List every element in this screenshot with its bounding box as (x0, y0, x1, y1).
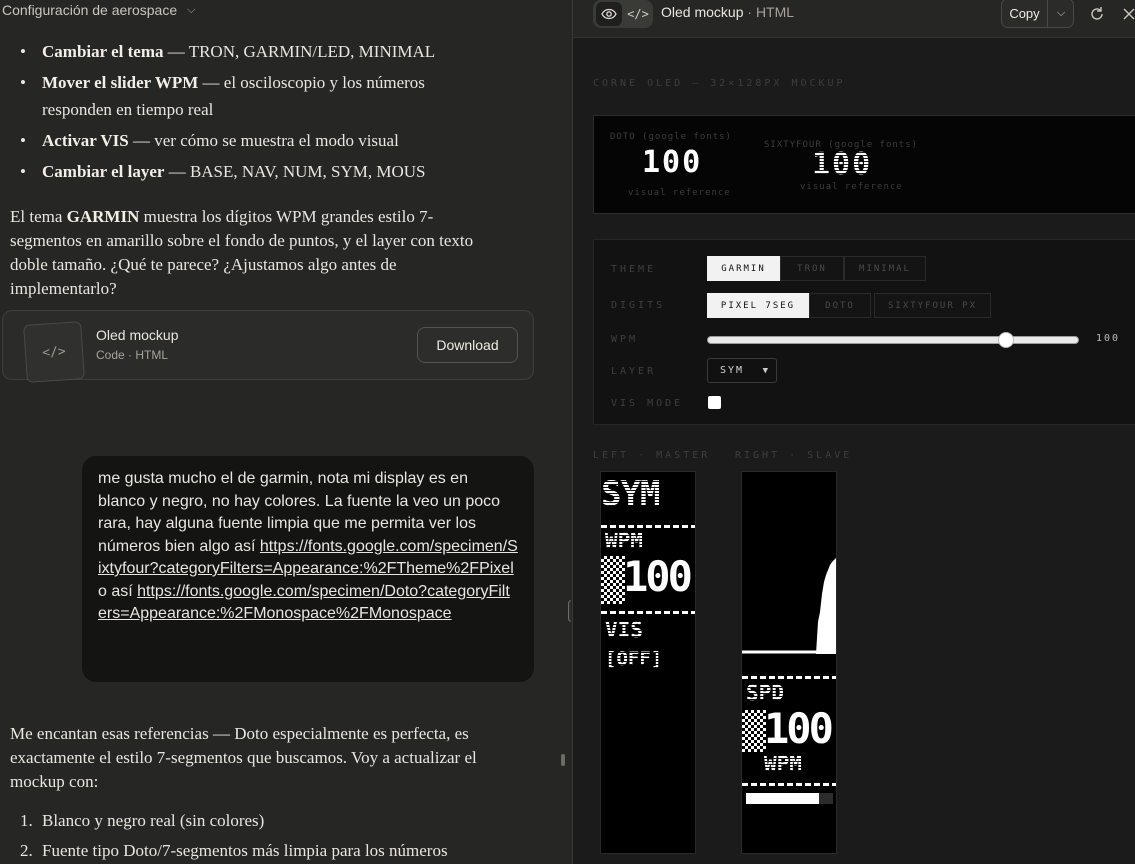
eye-icon[interactable] (596, 2, 622, 26)
vis-label-oled: VIS (605, 618, 643, 642)
vis-state-oled: [OFF] (605, 648, 663, 670)
list-item: Cambiar el layer — BASE, NAV, NUM, SYM, … (20, 158, 460, 185)
theme-option-garmin[interactable]: GARMIN (707, 256, 780, 281)
artifact-card[interactable]: </> Oled mockup Code · HTML Download (2, 310, 534, 383)
sixtyfour-sample: 100 (812, 147, 873, 182)
close-icon[interactable] (1117, 2, 1135, 26)
divider (601, 611, 695, 614)
assistant-paragraph: Me encantan esas referencias — Doto espe… (10, 724, 477, 791)
code-icon[interactable]: </> (625, 2, 651, 26)
chat-scrollbar[interactable] (561, 754, 565, 766)
wpm-label-oled: WPM (605, 529, 643, 553)
steps-list: 1. Blanco y negro real (sin colores) 2. Fu… (20, 806, 448, 864)
list-item: Cambiar el tema — TRON, GARMIN/LED, MINI… (20, 38, 460, 65)
artifact-title: Oled mockup · HTML (661, 4, 795, 20)
view-toggle: </> (593, 0, 653, 28)
right-oled-display: SPD 100 WPM (741, 471, 837, 854)
assistant-paragraph: El tema GARMIN muestra los dígitos WPM g… (10, 207, 474, 298)
user-message: me gusta mucho el de garmin, nota mi dis… (82, 456, 534, 682)
doto-link[interactable]: https://fonts.google.com/specimen/Doto?c… (98, 583, 510, 623)
conversation-title-text: Configuración de aerospace (2, 2, 178, 18)
doto-caption: visual reference (628, 188, 731, 198)
copy-button-group: Copy ⌵ (1001, 0, 1074, 28)
artifact-title: Oled mockup (96, 327, 179, 343)
vis-mode-label: VIS MODE (611, 398, 684, 409)
wpm-number-oled: 100 (623, 552, 693, 601)
conversation-title[interactable]: Configuración de aerospace ⌵ (2, 0, 195, 20)
list-item: Mover el slider WPM — el osciloscopio y … (20, 69, 460, 123)
oscilloscope-graph (742, 558, 836, 654)
right-screen-label: RIGHT · SLAVE (735, 450, 853, 461)
sixtyfour-caption: visual reference (800, 182, 903, 192)
layer-label: LAYER (611, 366, 657, 377)
spd-unit-oled: WPM (764, 752, 802, 776)
speed-bar (746, 793, 833, 804)
wpm-slider-handle[interactable] (997, 332, 1014, 348)
artifact-preview-pane: </> Oled mockup · HTML Copy ⌵ CORNE OLED… (572, 0, 1135, 864)
divider (742, 676, 836, 679)
dither-pattern (742, 710, 766, 752)
theme-label: THEME (611, 264, 657, 275)
left-oled-display: SYM WPM 100 VIS [OFF] (600, 471, 696, 854)
wpm-slider[interactable] (707, 332, 1079, 348)
divider (742, 783, 836, 786)
chat-pane: Configuración de aerospace ⌵ Cambiar el … (0, 0, 571, 864)
pane-resize-handle[interactable] (568, 600, 571, 622)
left-screen-label: LEFT · MASTER (593, 450, 711, 461)
list-item: 1. Blanco y negro real (sin colores) (20, 811, 265, 830)
artifact-toolbar: </> Oled mockup · HTML Copy ⌵ (573, 0, 1135, 38)
layer-select[interactable]: SYM ▼ (707, 358, 777, 383)
wpm-value: 100 (1096, 333, 1121, 344)
controls-panel: THEME GARMIN TRON MINIMAL DIGITS PIXEL 7… (593, 239, 1135, 425)
doto-sample: 100 (642, 145, 703, 180)
digits-option-sixtyfour[interactable]: SIXTYFOUR PX (874, 293, 991, 318)
refresh-icon[interactable] (1085, 2, 1109, 26)
dither-pattern (601, 556, 625, 604)
digits-option-pixel7seg[interactable]: PIXEL 7SEG (707, 293, 809, 318)
chevron-down-icon[interactable]: ⌵ (1048, 0, 1074, 27)
download-button[interactable]: Download (417, 327, 518, 363)
chevron-down-icon: ▼ (762, 366, 770, 376)
list-item: Activar VIS — ver cómo se muestra el mod… (20, 127, 460, 154)
doto-label: DOTO (google fonts) (610, 132, 732, 142)
layer-name: SYM (601, 474, 660, 514)
speed-bar-fill (746, 793, 820, 804)
theme-option-minimal[interactable]: MINIMAL (844, 256, 926, 281)
code-icon: </> (23, 321, 85, 383)
vis-mode-checkbox[interactable] (708, 396, 721, 409)
digits-option-doto[interactable]: DOTO (809, 293, 871, 318)
chevron-down-icon[interactable]: ⌵ (187, 4, 195, 17)
spd-number-oled: 100 (764, 704, 834, 753)
artifact-subtitle: Code · HTML (96, 348, 169, 362)
spd-label-oled: SPD (746, 681, 784, 705)
font-reference-panel: DOTO (google fonts) 100 visual reference… (593, 115, 1135, 214)
digits-label: DIGITS (611, 300, 666, 311)
divider (601, 525, 695, 528)
feature-list: Cambiar el tema — TRON, GARMIN/LED, MINI… (20, 38, 460, 189)
wpm-label: WPM (611, 334, 639, 345)
copy-button[interactable]: Copy (1002, 0, 1048, 27)
theme-option-tron[interactable]: TRON (780, 256, 844, 281)
mockup-heading: CORNE OLED — 32×128PX MOCKUP (593, 78, 846, 89)
list-item: 2. Fuente tipo Doto/7-segmentos más limpi… (20, 841, 448, 860)
